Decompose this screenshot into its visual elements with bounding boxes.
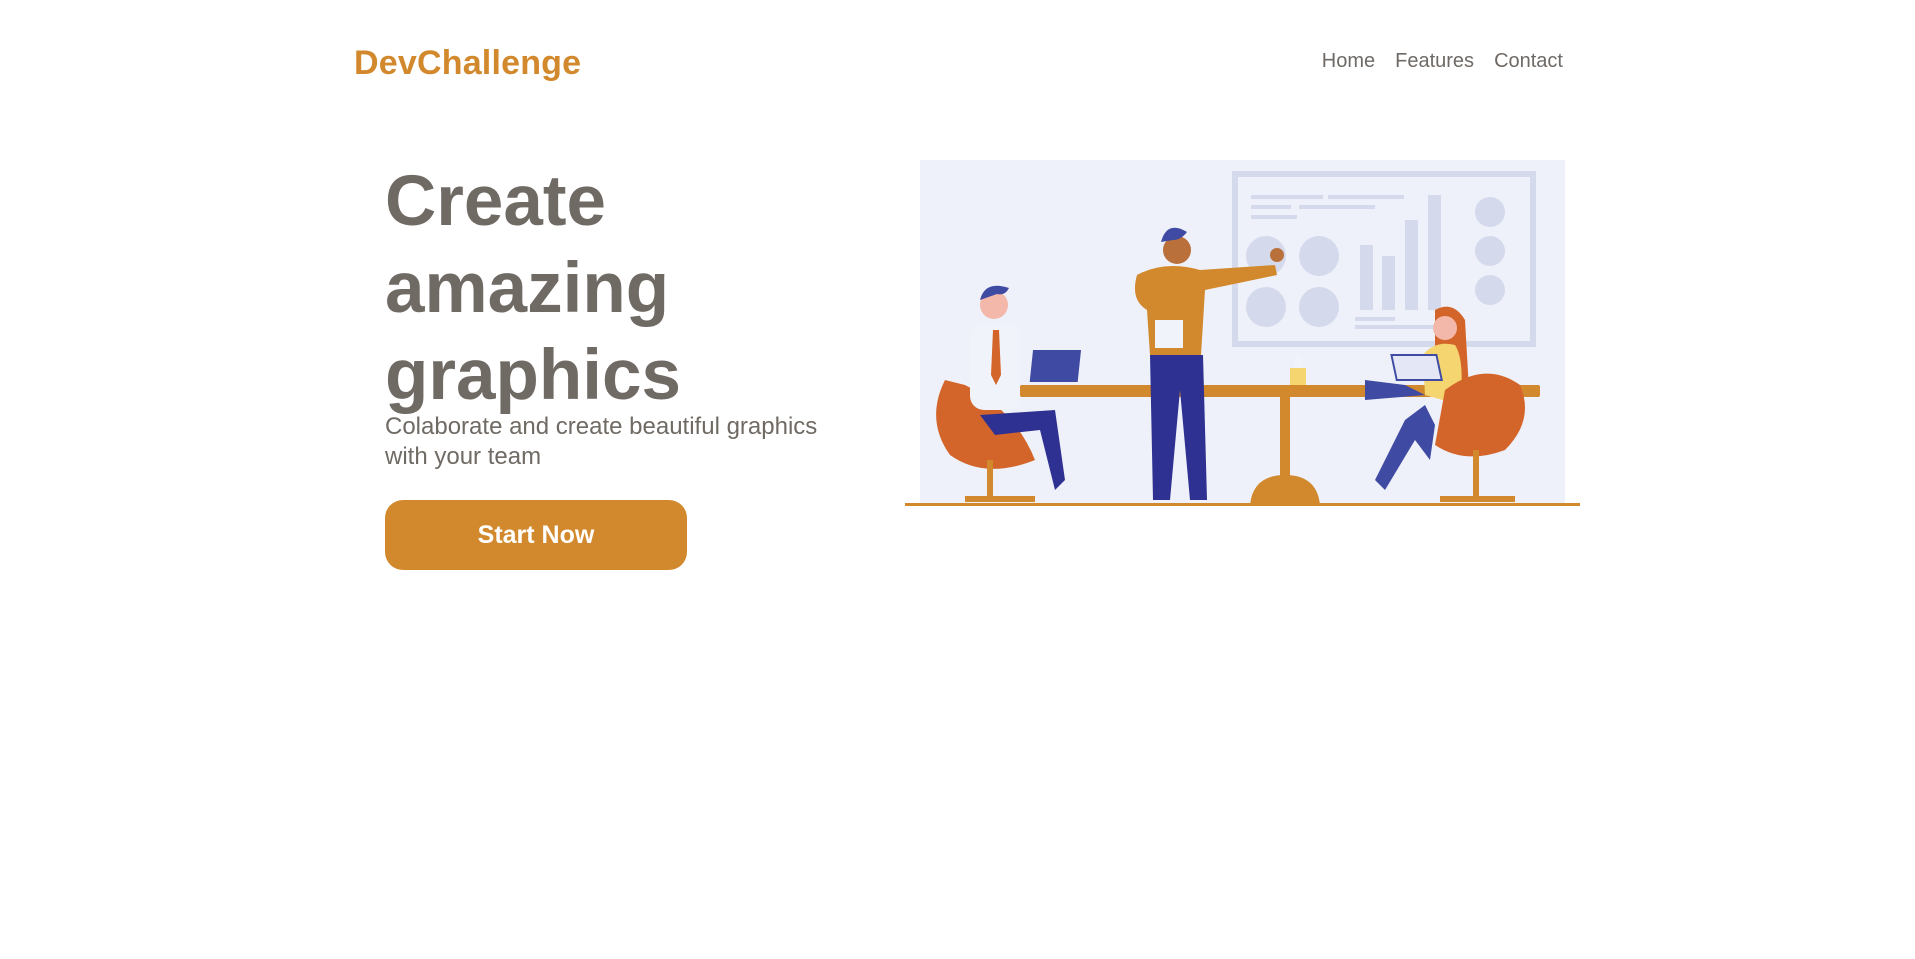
nav-link-features[interactable]: Features	[1395, 50, 1474, 73]
nav-link-contact[interactable]: Contact	[1494, 50, 1563, 73]
floor-line	[905, 503, 1580, 506]
hero-subtitle: Colaborate and create beautiful graphics…	[385, 413, 818, 470]
main-nav: Home Features Contact	[1322, 50, 1563, 73]
start-now-button[interactable]: Start Now	[385, 500, 687, 570]
nav-link-home[interactable]: Home	[1322, 50, 1375, 73]
team-meeting-illustration	[905, 160, 1580, 506]
landing-page: DevChallenge Home Features Contact Creat…	[0, 0, 1915, 959]
hero-title: Create amazing graphics	[385, 162, 681, 415]
brand-logo[interactable]: DevChallenge	[354, 44, 581, 83]
